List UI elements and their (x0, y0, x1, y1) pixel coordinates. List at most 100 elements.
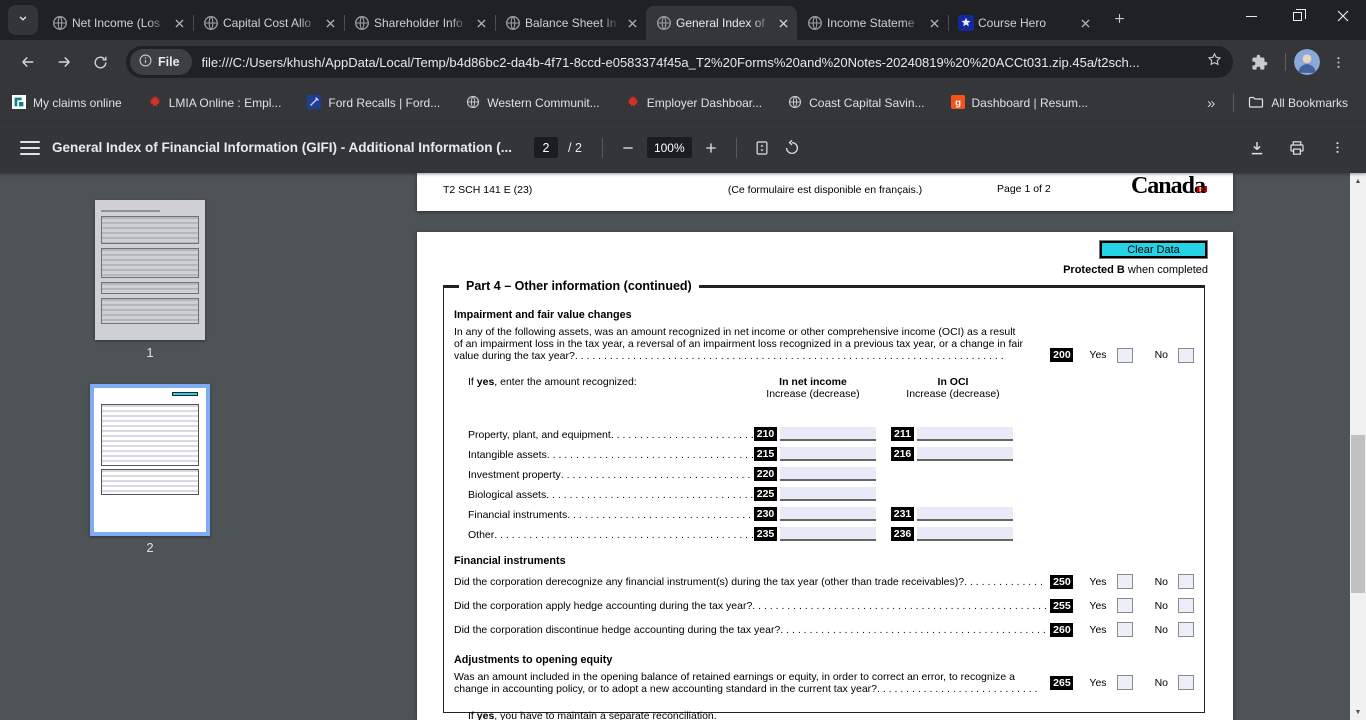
close-window-button[interactable] (1320, 0, 1366, 32)
code-badge-236: 236 (891, 526, 914, 541)
thumbnail-1-label: 1 (146, 345, 154, 360)
globe-favicon (203, 15, 219, 31)
yes-checkbox-200[interactable] (1116, 347, 1133, 363)
amount-field-215[interactable] (780, 446, 876, 461)
amount-field-231[interactable] (917, 506, 1013, 521)
page-indicator: Page 1 of 2 (997, 183, 1051, 195)
zoom-level[interactable]: 100% (646, 137, 692, 158)
bookmark-lmia[interactable]: LMIA Online : Empl... (148, 95, 281, 112)
forward-button[interactable] (48, 46, 80, 78)
amount-field-225[interactable] (780, 486, 876, 501)
close-tab-icon[interactable] (473, 15, 489, 31)
scroll-up-icon[interactable]: ▲ (1350, 173, 1366, 189)
extensions-icon[interactable] (1243, 46, 1275, 78)
zoom-in-button[interactable] (696, 133, 726, 163)
amount-field-230[interactable] (780, 506, 876, 521)
tab-capital-cost[interactable]: Capital Cost Allo (193, 6, 344, 40)
back-button[interactable] (12, 46, 44, 78)
yes-checkbox-250[interactable] (1116, 574, 1133, 590)
bookmark-western[interactable]: Western Communit... (466, 95, 600, 112)
tab-income-statement[interactable]: Income Stateme (797, 6, 948, 40)
no-checkbox-260[interactable] (1178, 622, 1194, 638)
vertical-scrollbar[interactable]: ▲ ▼ (1350, 173, 1366, 720)
print-icon[interactable] (1282, 133, 1312, 163)
code-badge-220: 220 (754, 466, 777, 481)
tab-search-button[interactable] (8, 5, 38, 35)
no-label: No (1154, 349, 1168, 362)
yes-checkbox-260[interactable] (1116, 622, 1133, 638)
code-badge-255: 255 (1050, 598, 1074, 613)
amount-field-211[interactable] (917, 426, 1013, 441)
download-icon[interactable] (1242, 133, 1272, 163)
omnibox[interactable]: File file:///C:/Users/khush/AppData/Loca… (126, 46, 1233, 78)
tab-course-hero[interactable]: Course Hero (948, 6, 1099, 40)
no-checkbox-255[interactable] (1178, 598, 1194, 614)
bookmark-employer-dashboard[interactable]: Employer Dashboar... (626, 95, 762, 112)
bookmark-ford[interactable]: Ford Recalls | Ford... (307, 94, 441, 112)
amount-field-220[interactable] (780, 466, 876, 481)
thumbnail-page-1[interactable] (95, 200, 205, 340)
page-number-input[interactable]: 2 (534, 137, 559, 158)
yes-checkbox-255[interactable] (1116, 598, 1133, 614)
financial-instruments-heading: Financial instruments (454, 554, 566, 567)
bookmark-my-claims[interactable]: My claims online (12, 94, 122, 112)
part4-section: Part 4 – Other information (continued) I… (443, 279, 1205, 720)
amount-field-236[interactable] (917, 526, 1013, 541)
amount-field-235[interactable] (780, 526, 876, 541)
no-checkbox-250[interactable] (1178, 574, 1194, 590)
scrollbar-thumb[interactable] (1351, 435, 1365, 593)
column-header-net-income: In net income Increase (decrease) (766, 375, 860, 400)
close-tab-icon[interactable] (926, 15, 942, 31)
close-tab-icon[interactable] (624, 15, 640, 31)
g-logo-icon: g (950, 94, 965, 112)
fit-page-icon[interactable] (747, 133, 777, 163)
table-row-other: Other 235 236 (454, 521, 1194, 541)
no-checkbox-200[interactable] (1178, 347, 1194, 363)
amount-field-216[interactable] (917, 446, 1013, 461)
no-checkbox-265[interactable] (1178, 675, 1194, 691)
clear-data-button[interactable]: Clear Data (1100, 241, 1207, 258)
bookmarks-overflow-button[interactable]: » (1197, 95, 1225, 112)
bookmark-dashboard-resume[interactable]: g Dashboard | Resum... (950, 94, 1088, 112)
tab-balance-sheet[interactable]: Balance Sheet In (495, 6, 646, 40)
new-tab-button[interactable] (1105, 4, 1133, 32)
browser-menu-icon[interactable] (1322, 46, 1354, 78)
thumbnail-page-2-selected[interactable] (90, 384, 210, 536)
yes-checkbox-265[interactable] (1116, 675, 1133, 691)
globe-icon (466, 95, 480, 112)
bookmark-star-icon[interactable] (1206, 51, 1223, 73)
menu-icon[interactable] (20, 140, 40, 155)
reload-button[interactable] (84, 46, 116, 78)
more-options-icon[interactable] (1322, 133, 1352, 163)
window-controls (1228, 0, 1366, 32)
close-tab-icon[interactable] (171, 15, 187, 31)
bookmark-label: Ford Recalls | Ford... (328, 96, 441, 110)
zoom-out-button[interactable] (613, 133, 643, 163)
restore-button[interactable] (1274, 0, 1320, 32)
all-bookmarks-button[interactable]: All Bookmarks (1248, 94, 1348, 113)
ifyes-header-row: If yes, enter the amount recognized: In … (454, 376, 1194, 412)
tab-net-income[interactable]: Net Income (Los (42, 6, 193, 40)
file-scheme-chip[interactable]: File (130, 49, 192, 75)
info-icon[interactable] (138, 53, 153, 71)
thumbnail-2-label: 2 (146, 540, 154, 555)
url-text[interactable]: file:///C:/Users/khush/AppData/Local/Tem… (202, 55, 1198, 70)
amount-field-210[interactable] (780, 426, 876, 441)
table-row-financial-instruments: Financial instruments 230 231 (454, 501, 1194, 521)
close-tab-icon[interactable] (322, 15, 338, 31)
globe-favicon (52, 15, 68, 31)
chevron-down-icon (16, 11, 30, 30)
scroll-down-icon[interactable]: ▼ (1350, 704, 1366, 720)
canada-wordmark: Canada (1130, 173, 1207, 199)
bookmark-label: Western Communit... (487, 96, 600, 110)
rotate-icon[interactable] (777, 133, 807, 163)
impairment-question: In any of the following assets, was an a… (454, 326, 1194, 363)
close-tab-icon[interactable] (1077, 15, 1093, 31)
close-tab-icon[interactable] (775, 15, 791, 31)
code-badge-250: 250 (1050, 574, 1074, 589)
tab-shareholder[interactable]: Shareholder Info (344, 6, 495, 40)
profile-avatar[interactable] (1294, 49, 1320, 75)
minimize-button[interactable] (1228, 0, 1274, 32)
tab-general-index-active[interactable]: General Index of (646, 6, 797, 40)
bookmark-coast-capital[interactable]: Coast Capital Savin... (788, 95, 925, 112)
